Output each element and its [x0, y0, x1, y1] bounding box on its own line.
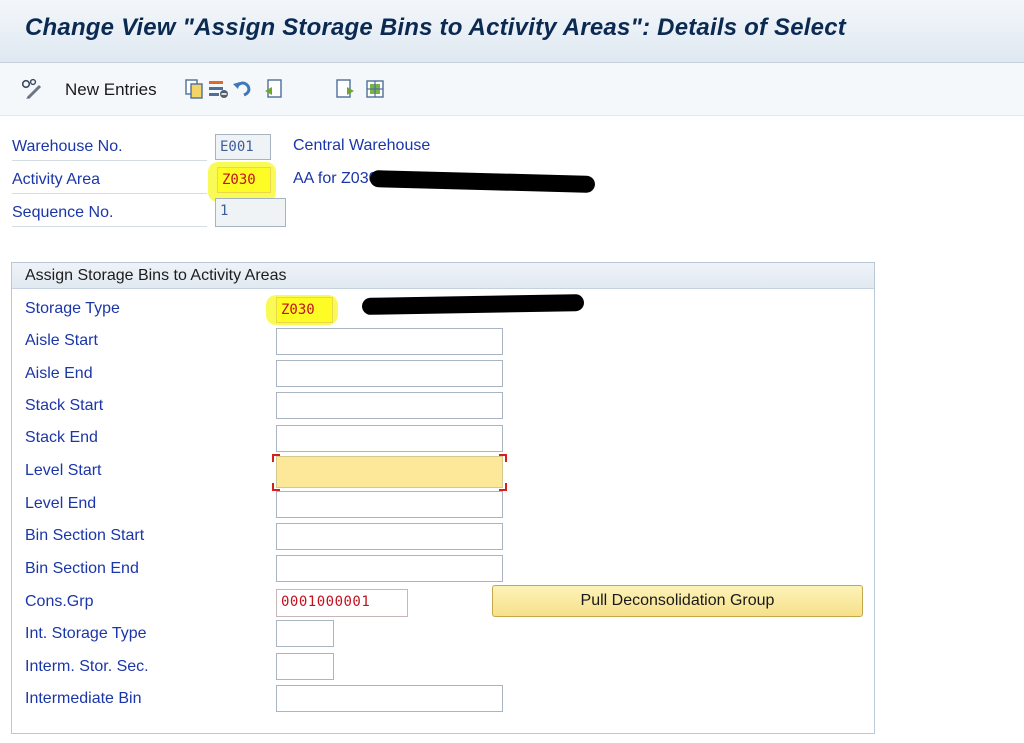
title-bar: Change View "Assign Storage Bins to Acti… — [0, 0, 1024, 63]
level-end-input[interactable] — [276, 491, 503, 518]
level-start-input[interactable] — [276, 456, 503, 488]
activity-area-label: Activity Area — [12, 167, 207, 194]
stack-end-input[interactable] — [276, 425, 503, 452]
aisle-start-label: Aisle Start — [25, 332, 98, 349]
int-storage-type-input[interactable] — [276, 620, 334, 647]
page-title: Change View "Assign Storage Bins to Acti… — [25, 14, 846, 41]
int-storage-type-label: Int. Storage Type — [25, 625, 147, 642]
interm-stor-sec-input[interactable] — [276, 653, 334, 680]
stack-start-input[interactable] — [276, 392, 503, 419]
storage-type-label: Storage Type — [25, 300, 120, 317]
focus-corner — [499, 454, 507, 462]
warehouse-description: Central Warehouse — [293, 137, 431, 154]
new-entries-button[interactable]: New Entries — [65, 80, 157, 100]
warehouse-no-field[interactable]: E001 — [215, 134, 271, 160]
sequence-no-field[interactable]: 1 — [215, 198, 286, 227]
aisle-end-label: Aisle End — [25, 365, 93, 382]
bin-section-end-input[interactable] — [276, 555, 503, 582]
storage-type-field[interactable]: Z030 — [276, 297, 333, 323]
copy-icon[interactable] — [183, 78, 205, 100]
pull-deconsolidation-group-button[interactable]: Pull Deconsolidation Group — [492, 585, 863, 617]
sequence-no-label: Sequence No. — [12, 200, 207, 227]
cons-grp-label: Cons.Grp — [25, 593, 94, 610]
glasses-pencil-icon[interactable] — [20, 78, 42, 100]
bin-section-start-label: Bin Section Start — [25, 527, 145, 544]
delete-icon[interactable] — [207, 78, 229, 100]
previous-entry-icon[interactable] — [263, 78, 285, 100]
activity-area-field[interactable]: Z030 — [217, 167, 271, 193]
interm-stor-sec-label: Interm. Stor. Sec. — [25, 658, 149, 675]
level-end-label: Level End — [25, 495, 97, 512]
redaction-mark — [369, 170, 596, 193]
bin-section-end-label: Bin Section End — [25, 560, 139, 577]
focus-corner — [272, 483, 280, 491]
group-title: Assign Storage Bins to Activity Areas — [12, 263, 874, 289]
bin-section-start-input[interactable] — [276, 523, 503, 550]
undo-icon[interactable] — [231, 78, 253, 100]
stack-end-label: Stack End — [25, 429, 98, 446]
application-toolbar: New Entries — [0, 63, 1024, 116]
focus-corner — [272, 454, 280, 462]
cons-grp-field[interactable]: 0001000001 — [276, 589, 408, 617]
warehouse-no-label: Warehouse No. — [12, 134, 207, 161]
aisle-end-input[interactable] — [276, 360, 503, 387]
activity-area-description: AA for Z030 — [293, 170, 378, 187]
aisle-start-input[interactable] — [276, 328, 503, 355]
focus-corner — [499, 483, 507, 491]
level-start-label: Level Start — [25, 462, 102, 479]
intermediate-bin-label: Intermediate Bin — [25, 690, 142, 707]
intermediate-bin-input[interactable] — [276, 685, 503, 712]
next-entry-icon[interactable] — [334, 78, 356, 100]
select-all-icon[interactable] — [364, 78, 386, 100]
stack-start-label: Stack Start — [25, 397, 104, 414]
